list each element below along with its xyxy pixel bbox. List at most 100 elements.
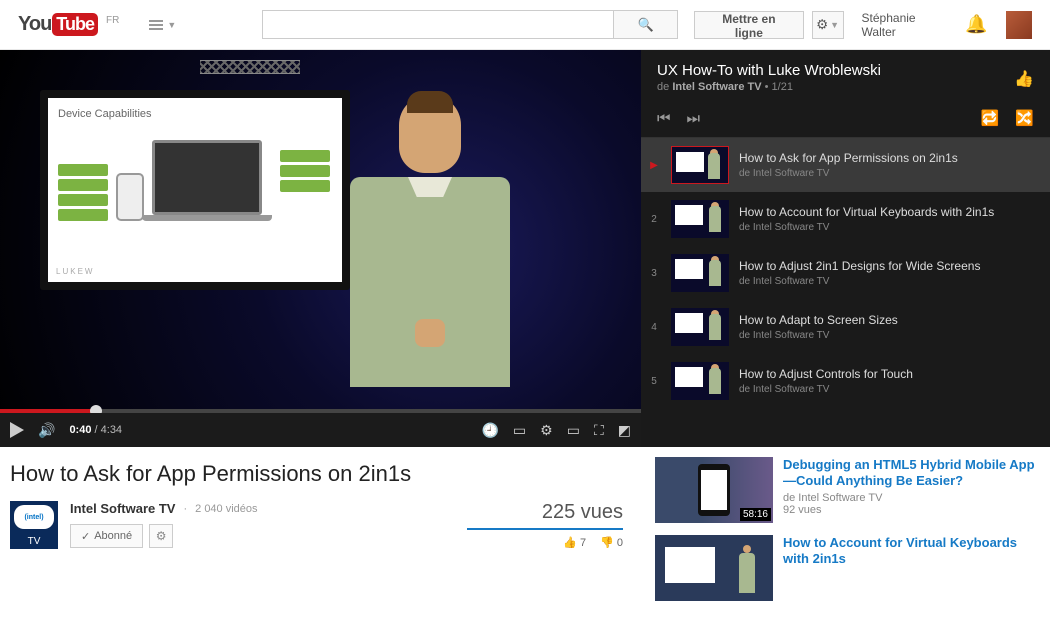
chevron-down-icon: ▼ <box>830 20 839 30</box>
playlist-thumbnail <box>671 362 729 400</box>
suggested-title: How to Account for Virtual Keyboards wit… <box>783 535 1036 568</box>
like-button[interactable]: 👍7 <box>563 536 586 549</box>
fullscreen-button[interactable]: ⛶ <box>594 422 604 439</box>
suggested-list: 58:16 Debugging an HTML5 Hybrid Mobile A… <box>641 447 1050 623</box>
gear-icon: ⚙ <box>540 422 553 439</box>
search-button[interactable]: 🔍 <box>614 10 678 39</box>
playlist-item-by: de Intel Software TV <box>739 330 1038 341</box>
logo[interactable]: YouTube FR <box>18 13 119 36</box>
playlist-index: ▶ <box>647 160 661 171</box>
playlist-like-button[interactable]: 👍 <box>1014 69 1034 89</box>
play-button[interactable] <box>10 422 24 438</box>
clock-icon: 🕘 <box>481 422 498 439</box>
thumb-down-icon: 👎 <box>600 536 614 549</box>
cast-icon: ◩ <box>618 422 631 439</box>
header: YouTube FR ▼ 🔍 Mettre en ligne ⚙▼ Stépha… <box>0 0 1050 50</box>
search-icon: 🔍 <box>638 17 654 32</box>
video-title: How to Ask for App Permissions on 2in1s <box>10 461 641 487</box>
playlist-item-by: de Intel Software TV <box>739 222 1038 233</box>
fullscreen-icon: ⛶ <box>594 422 604 439</box>
subscription-settings-button[interactable]: ⚙ <box>149 524 173 548</box>
playlist-item[interactable]: 3 How to Adjust 2in1 Designs for Wide Scr… <box>641 246 1050 300</box>
playlist-index: 2 <box>647 214 661 225</box>
playlist-thumbnail <box>671 254 729 292</box>
guide-toggle[interactable]: ▼ <box>141 14 184 36</box>
playlist-panel: UX How-To with Luke Wroblewski de Intel … <box>641 50 1050 447</box>
region-code: FR <box>106 15 119 26</box>
playlist-thumbnail <box>671 200 729 238</box>
playlist-index: 3 <box>647 268 661 279</box>
cast-button[interactable]: ◩ <box>618 422 631 439</box>
playlist-item-title: How to Account for Virtual Keyboards wit… <box>739 205 1038 221</box>
slide-title: Device Capabilities <box>58 108 332 120</box>
prev-button[interactable]: ⏮ <box>657 110 671 127</box>
next-button[interactable]: ⏭ <box>687 110 701 127</box>
playlist-list[interactable]: ▶ How to Ask for App Permissions on 2in1s… <box>641 138 1050 447</box>
gear-icon: ⚙ <box>156 529 167 543</box>
playlist-item-title: How to Adapt to Screen Sizes <box>739 313 1038 329</box>
playlist-subtitle: de Intel Software TV • 1/21 <box>657 81 1034 93</box>
playlist-item[interactable]: 4 How to Adapt to Screen Sizesde Intel So… <box>641 300 1050 354</box>
dislike-button[interactable]: 👎0 <box>600 536 623 549</box>
cc-button[interactable]: ▭ <box>513 422 526 439</box>
check-icon: ✓ <box>81 530 90 543</box>
playlist-item-title: How to Adjust Controls for Touch <box>739 367 1038 383</box>
theater-icon: ▭ <box>567 422 580 439</box>
settings-button[interactable]: ⚙▼ <box>812 11 844 39</box>
playlist-title[interactable]: UX How-To with Luke Wroblewski <box>657 62 1034 79</box>
suggested-item[interactable]: How to Account for Virtual Keyboards wit… <box>655 535 1036 601</box>
cc-icon: ▭ <box>513 422 526 439</box>
bell-icon: 🔔 <box>965 14 987 34</box>
suggested-item[interactable]: 58:16 Debugging an HTML5 Hybrid Mobile A… <box>655 457 1036 523</box>
suggested-title: Debugging an HTML5 Hybrid Mobile App—Cou… <box>783 457 1036 490</box>
playlist-thumbnail <box>671 308 729 346</box>
playlist-thumbnail <box>671 146 729 184</box>
next-icon: ⏭ <box>687 110 701 127</box>
repeat-icon: 🔁 <box>981 110 1000 127</box>
theater-button[interactable]: ▭ <box>567 422 580 439</box>
volume-button[interactable]: 🔊 <box>38 422 55 439</box>
play-icon <box>10 422 24 438</box>
video-player[interactable]: Device Capabilities LUKEW <box>0 50 641 447</box>
suggested-by: de Intel Software TV <box>783 492 1036 504</box>
upload-button[interactable]: Mettre en ligne <box>694 11 803 39</box>
notifications-button[interactable]: 🔔 <box>965 14 987 35</box>
channel-avatar[interactable]: (intel) TV <box>10 501 58 549</box>
repeat-button[interactable]: 🔁 <box>981 109 1000 127</box>
avatar[interactable] <box>1006 11 1032 39</box>
playlist-index: 4 <box>647 322 661 333</box>
channel-name[interactable]: Intel Software TV <box>70 501 175 516</box>
username[interactable]: Stéphanie Walter <box>862 11 948 39</box>
channel-video-count: 2 040 vidéos <box>195 503 257 515</box>
suggested-views: 92 vues <box>783 504 1036 516</box>
search: 🔍 <box>262 10 678 39</box>
playlist-item-title: How to Adjust 2in1 Designs for Wide Scre… <box>739 259 1038 275</box>
chevron-down-icon: ▼ <box>167 20 176 30</box>
thumb-up-icon: 👍 <box>563 536 577 549</box>
playlist-item-by: de Intel Software TV <box>739 384 1038 395</box>
playlist-item[interactable]: 2 How to Account for Virtual Keyboards wi… <box>641 192 1050 246</box>
shuffle-button[interactable]: 🔀 <box>1015 109 1034 127</box>
volume-icon: 🔊 <box>38 422 55 439</box>
playlist-item-title: How to Ask for App Permissions on 2in1s <box>739 151 1038 167</box>
playlist-item-by: de Intel Software TV <box>739 168 1038 179</box>
player-controls: 🔊 0:40 / 4:34 🕘 ▭ ⚙ ▭ ⛶ ◩ <box>0 413 641 447</box>
time-display: 0:40 / 4:34 <box>69 424 122 436</box>
shuffle-icon: 🔀 <box>1015 110 1034 127</box>
slide-brand: LUKEW <box>56 267 94 276</box>
gear-icon: ⚙ <box>816 17 828 33</box>
video-info: How to Ask for App Permissions on 2in1s … <box>0 447 641 549</box>
hamburger-icon <box>149 18 163 32</box>
settings-button[interactable]: ⚙ <box>540 422 553 439</box>
view-count: 225 vues <box>467 501 623 530</box>
suggested-thumbnail: 58:16 <box>655 457 773 523</box>
prev-icon: ⏮ <box>657 110 671 127</box>
playlist-item[interactable]: 5 How to Adjust Controls for Touchde Inte… <box>641 354 1050 408</box>
search-input[interactable] <box>262 10 614 39</box>
subscribe-button[interactable]: ✓Abonné <box>70 524 143 548</box>
playlist-item-by: de Intel Software TV <box>739 276 1038 287</box>
playlist-index: 5 <box>647 376 661 387</box>
watch-later-button[interactable]: 🕘 <box>481 422 498 439</box>
playlist-item[interactable]: ▶ How to Ask for App Permissions on 2in1s… <box>641 138 1050 192</box>
thumb-up-icon: 👍 <box>1014 71 1034 88</box>
